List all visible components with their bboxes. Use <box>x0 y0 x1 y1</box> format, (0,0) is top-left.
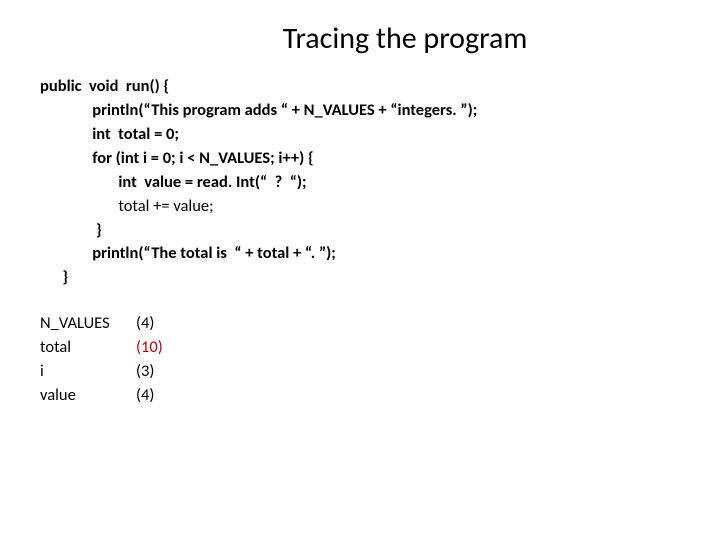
trace-label: N_VALUES <box>40 312 136 336</box>
trace-block: N_VALUES (4) total (10) i (3) value (4) <box>40 312 720 408</box>
trace-row-nvalues: N_VALUES (4) <box>40 312 720 336</box>
code-line-5: int value = read. Int(“ ? “); <box>40 171 720 195</box>
code-line-3: int total = 0; <box>40 123 720 147</box>
code-line-9: } <box>40 266 720 290</box>
slide: Tracing the program public void run() { … <box>0 0 720 540</box>
code-line-2: println(“This program adds “ + N_VALUES … <box>40 99 720 123</box>
slide-title: Tracing the program <box>0 0 720 75</box>
trace-value: (4) <box>136 312 154 336</box>
code-line-8: println(“The total is “ + total + “. ”); <box>40 242 720 266</box>
code-line-4: for (int i = 0; i < N_VALUES; i++) { <box>40 147 720 171</box>
trace-value: (3) <box>136 360 154 384</box>
trace-row-total: total (10) <box>40 336 720 360</box>
trace-value: (4) <box>136 384 154 408</box>
code-line-7: } <box>40 219 720 243</box>
trace-label: value <box>40 384 136 408</box>
trace-row-i: i (3) <box>40 360 720 384</box>
code-block: public void run() { println(“This progra… <box>40 75 720 290</box>
trace-row-value: value (4) <box>40 384 720 408</box>
code-line-1: public void run() { <box>40 75 720 99</box>
trace-label: i <box>40 360 136 384</box>
code-line-6: total += value; <box>40 195 720 219</box>
trace-label: total <box>40 336 136 360</box>
trace-value: (10) <box>136 336 163 360</box>
